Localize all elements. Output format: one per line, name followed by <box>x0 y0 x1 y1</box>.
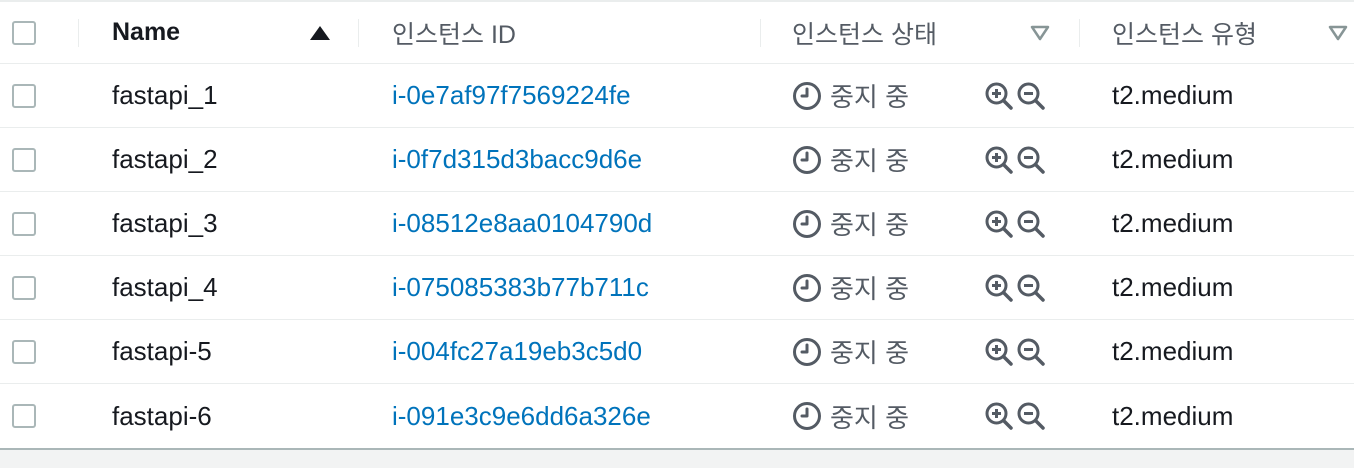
zoom-in-icon[interactable] <box>984 401 1014 431</box>
state-filter-controls <box>984 256 1046 319</box>
table-row[interactable]: fastapi-6 i-091e3c9e6dd6a326e 중지 중 t2.me… <box>0 384 1354 448</box>
instance-state: 중지 중 <box>792 256 909 319</box>
instance-state: 중지 중 <box>792 64 909 127</box>
instance-state-label: 중지 중 <box>830 82 909 112</box>
instance-id-link[interactable]: i-004fc27a19eb3c5d0 <box>392 320 642 383</box>
zoom-in-icon[interactable] <box>984 145 1014 175</box>
table-row[interactable]: fastapi_2 i-0f7d315d3bacc9d6e 중지 중 t2.me… <box>0 128 1354 192</box>
instance-id-link[interactable]: i-075085383b77b711c <box>392 256 649 319</box>
stopping-clock-icon <box>792 273 822 303</box>
state-filter-controls <box>984 64 1046 127</box>
instance-name: fastapi_2 <box>112 144 218 174</box>
table-row[interactable]: fastapi-5 i-004fc27a19eb3c5d0 중지 중 t2.me… <box>0 320 1354 384</box>
column-header-name[interactable]: Name <box>112 2 180 63</box>
zoom-out-icon[interactable] <box>1016 209 1046 239</box>
row-checkbox-cell[interactable] <box>12 384 36 448</box>
state-filter-controls <box>984 192 1046 255</box>
instance-name: fastapi-6 <box>112 400 212 431</box>
instance-name: fastapi_1 <box>112 80 218 110</box>
zoom-out-icon[interactable] <box>1016 273 1046 303</box>
stopping-clock-icon <box>792 337 822 367</box>
zoom-in-icon[interactable] <box>984 81 1014 111</box>
table-body: fastapi_1 i-0e7af97f7569224fe 중지 중 t2.me… <box>0 64 1354 448</box>
instance-type: t2.medium <box>1112 336 1234 366</box>
row-checkbox[interactable] <box>12 339 36 364</box>
instance-id-link[interactable]: i-08512e8aa0104790d <box>392 192 652 255</box>
column-divider[interactable] <box>760 19 761 47</box>
instance-id-link[interactable]: i-091e3c9e6dd6a326e <box>392 384 651 448</box>
row-checkbox-cell[interactable] <box>12 256 36 319</box>
row-checkbox[interactable] <box>12 83 36 108</box>
zoom-out-icon[interactable] <box>1016 337 1046 367</box>
instance-state: 중지 중 <box>792 384 909 448</box>
row-checkbox[interactable] <box>12 147 36 172</box>
select-all-checkbox[interactable] <box>12 20 36 45</box>
column-header-instance-type[interactable]: 인스턴스 유형 <box>1112 2 1257 63</box>
row-checkbox-cell[interactable] <box>12 128 36 191</box>
zoom-out-icon[interactable] <box>1016 81 1046 111</box>
column-header-instance-state[interactable]: 인스턴스 상태 <box>792 2 937 63</box>
select-all-checkbox-cell[interactable] <box>12 2 36 63</box>
instance-state: 중지 중 <box>792 192 909 255</box>
filter-triangle-icon[interactable] <box>1030 2 1050 63</box>
instance-state-label: 중지 중 <box>830 146 909 176</box>
zoom-in-icon[interactable] <box>984 337 1014 367</box>
stopping-clock-icon <box>792 81 822 111</box>
instance-type: t2.medium <box>1112 144 1234 174</box>
row-checkbox-cell[interactable] <box>12 64 36 127</box>
filter-triangle-icon[interactable] <box>1328 2 1348 63</box>
table-row[interactable]: fastapi_1 i-0e7af97f7569224fe 중지 중 t2.me… <box>0 64 1354 128</box>
row-checkbox[interactable] <box>12 211 36 236</box>
column-divider[interactable] <box>358 19 359 47</box>
stopping-clock-icon <box>792 401 822 431</box>
table-row[interactable]: fastapi_4 i-075085383b77b711c 중지 중 t2.me… <box>0 256 1354 320</box>
instance-type: t2.medium <box>1112 272 1234 302</box>
instance-state-label: 중지 중 <box>830 210 909 240</box>
state-filter-controls <box>984 128 1046 191</box>
instance-state: 중지 중 <box>792 320 909 383</box>
row-checkbox[interactable] <box>12 404 36 428</box>
table-row[interactable]: fastapi_3 i-08512e8aa0104790d 중지 중 t2.me… <box>0 192 1354 256</box>
stopping-clock-icon <box>792 145 822 175</box>
instance-type: t2.medium <box>1112 400 1234 431</box>
zoom-in-icon[interactable] <box>984 273 1014 303</box>
instance-type: t2.medium <box>1112 80 1234 110</box>
row-checkbox-cell[interactable] <box>12 320 36 383</box>
row-checkbox[interactable] <box>12 275 36 300</box>
instance-id-link[interactable]: i-0f7d315d3bacc9d6e <box>392 128 642 191</box>
instance-name: fastapi_3 <box>112 208 218 238</box>
table-header-row: Name 인스턴스 ID 인스턴스 상태 인스턴스 유형 <box>0 2 1354 64</box>
zoom-out-icon[interactable] <box>1016 401 1046 431</box>
column-divider[interactable] <box>1079 19 1080 47</box>
state-filter-controls <box>984 384 1046 448</box>
instance-state-label: 중지 중 <box>830 402 909 433</box>
instance-id-link[interactable]: i-0e7af97f7569224fe <box>392 64 631 127</box>
instance-state-label: 중지 중 <box>830 274 909 304</box>
row-checkbox-cell[interactable] <box>12 192 36 255</box>
instance-type: t2.medium <box>1112 208 1234 238</box>
sort-ascending-icon[interactable] <box>309 2 331 63</box>
stopping-clock-icon <box>792 209 822 239</box>
state-filter-controls <box>984 320 1046 383</box>
zoom-in-icon[interactable] <box>984 209 1014 239</box>
instance-name: fastapi_4 <box>112 272 218 302</box>
column-divider[interactable] <box>78 19 79 47</box>
column-header-instance-id[interactable]: 인스턴스 ID <box>392 2 516 63</box>
instance-state-label: 중지 중 <box>830 338 909 368</box>
instance-state: 중지 중 <box>792 128 909 191</box>
zoom-out-icon[interactable] <box>1016 145 1046 175</box>
instances-table: Name 인스턴스 ID 인스턴스 상태 인스턴스 유형 fastapi_1 i… <box>0 0 1354 450</box>
instance-name: fastapi-5 <box>112 336 212 366</box>
